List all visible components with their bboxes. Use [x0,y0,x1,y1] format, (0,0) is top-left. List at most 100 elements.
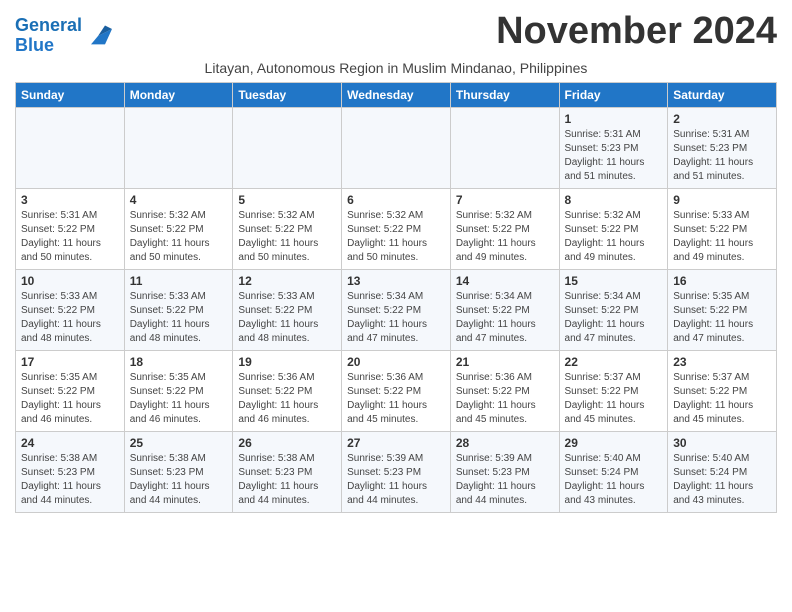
calendar-day: 3Sunrise: 5:31 AM Sunset: 5:22 PM Daylig… [16,188,125,269]
calendar-day: 25 Sunrise: 5:38 AM Sunset: 5:23 PM Dayli… [124,431,233,512]
calendar-day: 4Sunrise: 5:32 AM Sunset: 5:22 PM Daylig… [124,188,233,269]
calendar-day [233,107,342,188]
calendar-day: 18Sunrise: 5:35 AM Sunset: 5:22 PM Dayli… [124,350,233,431]
calendar-day: 7 Sunrise: 5:32 AM Sunset: 5:22 PM Daylig… [450,188,559,269]
day-info: Sunrise: 5:40 AM Sunset: 5:24 PM Dayligh… [673,452,771,508]
logo-blue: Blue [15,35,54,55]
day-number: 8 [565,193,663,207]
day-info: Sunrise: 5:39 AM Sunset: 5:23 PM Dayligh… [347,452,445,508]
calendar-week-4: 17 Sunrise: 5:35 AM Sunset: 5:22 PM Dayli… [16,350,777,431]
weekday-header-wednesday: Wednesday [342,82,451,107]
weekday-header-tuesday: Tuesday [233,82,342,107]
day-number: 10 [21,274,119,288]
day-number: 2 [673,112,771,126]
day-info: Sunrise: 5:38 AM Sunset: 5:23 PM Dayligh… [130,452,228,508]
day-number: 11 [130,274,228,288]
day-number: 3 [21,193,119,207]
day-number: 1 [565,112,663,126]
day-info: Sunrise: 5:36 AM Sunset: 5:22 PM Dayligh… [347,371,445,427]
day-number: 5 [238,193,336,207]
calendar-day: 6 Sunrise: 5:32 AM Sunset: 5:22 PM Daylig… [342,188,451,269]
calendar-day [124,107,233,188]
weekday-header-sunday: Sunday [16,82,125,107]
day-info: Sunrise: 5:38 AM Sunset: 5:23 PM Dayligh… [238,452,336,508]
day-info: Sunrise: 5:36 AM Sunset: 5:22 PM Dayligh… [456,371,554,427]
day-info: Sunrise: 5:35 AM Sunset: 5:22 PM Dayligh… [673,290,771,346]
month-title: November 2024 [496,10,777,53]
calendar-day: 29Sunrise: 5:40 AM Sunset: 5:24 PM Dayli… [559,431,668,512]
day-number: 17 [21,355,119,369]
day-number: 16 [673,274,771,288]
logo: General Blue [15,16,112,56]
calendar-day [450,107,559,188]
calendar-day: 1 Sunrise: 5:31 AM Sunset: 5:23 PM Daylig… [559,107,668,188]
day-info: Sunrise: 5:33 AM Sunset: 5:22 PM Dayligh… [238,290,336,346]
day-number: 28 [456,436,554,450]
calendar-day: 12 Sunrise: 5:33 AM Sunset: 5:22 PM Dayli… [233,269,342,350]
day-info: Sunrise: 5:33 AM Sunset: 5:22 PM Dayligh… [130,290,228,346]
day-info: Sunrise: 5:37 AM Sunset: 5:22 PM Dayligh… [673,371,771,427]
calendar-day: 19Sunrise: 5:36 AM Sunset: 5:22 PM Dayli… [233,350,342,431]
calendar-day: 26Sunrise: 5:38 AM Sunset: 5:23 PM Dayli… [233,431,342,512]
weekday-header-row: SundayMondayTuesdayWednesdayThursdayFrid… [16,82,777,107]
calendar-day: 10 Sunrise: 5:33 AM Sunset: 5:22 PM Dayli… [16,269,125,350]
day-info: Sunrise: 5:35 AM Sunset: 5:22 PM Dayligh… [130,371,228,427]
calendar-day: 2 Sunrise: 5:31 AM Sunset: 5:23 PM Daylig… [668,107,777,188]
calendar-day: 16 Sunrise: 5:35 AM Sunset: 5:22 PM Dayli… [668,269,777,350]
day-info: Sunrise: 5:37 AM Sunset: 5:22 PM Dayligh… [565,371,663,427]
calendar-day: 13 Sunrise: 5:34 AM Sunset: 5:22 PM Dayli… [342,269,451,350]
calendar-day: 27 Sunrise: 5:39 AM Sunset: 5:23 PM Dayli… [342,431,451,512]
calendar-day: 5Sunrise: 5:32 AM Sunset: 5:22 PM Daylig… [233,188,342,269]
weekday-header-friday: Friday [559,82,668,107]
calendar-day: 11 Sunrise: 5:33 AM Sunset: 5:22 PM Dayli… [124,269,233,350]
day-info: Sunrise: 5:34 AM Sunset: 5:22 PM Dayligh… [347,290,445,346]
calendar-day: 28Sunrise: 5:39 AM Sunset: 5:23 PM Dayli… [450,431,559,512]
calendar-day [16,107,125,188]
day-number: 25 [130,436,228,450]
weekday-header-monday: Monday [124,82,233,107]
day-number: 12 [238,274,336,288]
calendar-day: 20 Sunrise: 5:36 AM Sunset: 5:22 PM Dayli… [342,350,451,431]
day-number: 13 [347,274,445,288]
day-info: Sunrise: 5:32 AM Sunset: 5:22 PM Dayligh… [130,209,228,265]
day-number: 27 [347,436,445,450]
day-info: Sunrise: 5:32 AM Sunset: 5:22 PM Dayligh… [565,209,663,265]
day-number: 7 [456,193,554,207]
calendar-week-1: 1 Sunrise: 5:31 AM Sunset: 5:23 PM Daylig… [16,107,777,188]
day-number: 19 [238,355,336,369]
calendar-week-2: 3Sunrise: 5:31 AM Sunset: 5:22 PM Daylig… [16,188,777,269]
day-info: Sunrise: 5:32 AM Sunset: 5:22 PM Dayligh… [456,209,554,265]
calendar-week-3: 10 Sunrise: 5:33 AM Sunset: 5:22 PM Dayli… [16,269,777,350]
logo-icon [84,22,112,50]
weekday-header-saturday: Saturday [668,82,777,107]
calendar-week-5: 24 Sunrise: 5:38 AM Sunset: 5:23 PM Dayli… [16,431,777,512]
day-info: Sunrise: 5:34 AM Sunset: 5:22 PM Dayligh… [565,290,663,346]
day-number: 14 [456,274,554,288]
calendar-day: 17 Sunrise: 5:35 AM Sunset: 5:22 PM Dayli… [16,350,125,431]
subtitle: Litayan, Autonomous Region in Muslim Min… [15,60,777,76]
day-info: Sunrise: 5:38 AM Sunset: 5:23 PM Dayligh… [21,452,119,508]
day-info: Sunrise: 5:31 AM Sunset: 5:23 PM Dayligh… [565,128,663,184]
day-info: Sunrise: 5:31 AM Sunset: 5:23 PM Dayligh… [673,128,771,184]
calendar-day: 24 Sunrise: 5:38 AM Sunset: 5:23 PM Dayli… [16,431,125,512]
logo-general: General [15,15,82,35]
day-number: 21 [456,355,554,369]
calendar-day: 14 Sunrise: 5:34 AM Sunset: 5:22 PM Dayli… [450,269,559,350]
weekday-header-thursday: Thursday [450,82,559,107]
calendar-day: 23 Sunrise: 5:37 AM Sunset: 5:22 PM Dayli… [668,350,777,431]
calendar-day: 15 Sunrise: 5:34 AM Sunset: 5:22 PM Dayli… [559,269,668,350]
day-number: 6 [347,193,445,207]
day-info: Sunrise: 5:33 AM Sunset: 5:22 PM Dayligh… [21,290,119,346]
day-number: 23 [673,355,771,369]
day-number: 29 [565,436,663,450]
calendar-table: SundayMondayTuesdayWednesdayThursdayFrid… [15,82,777,513]
day-number: 9 [673,193,771,207]
day-number: 15 [565,274,663,288]
day-info: Sunrise: 5:32 AM Sunset: 5:22 PM Dayligh… [347,209,445,265]
day-info: Sunrise: 5:35 AM Sunset: 5:22 PM Dayligh… [21,371,119,427]
day-number: 24 [21,436,119,450]
day-number: 20 [347,355,445,369]
day-number: 22 [565,355,663,369]
page-header: General Blue November 2024 [15,10,777,56]
day-info: Sunrise: 5:34 AM Sunset: 5:22 PM Dayligh… [456,290,554,346]
